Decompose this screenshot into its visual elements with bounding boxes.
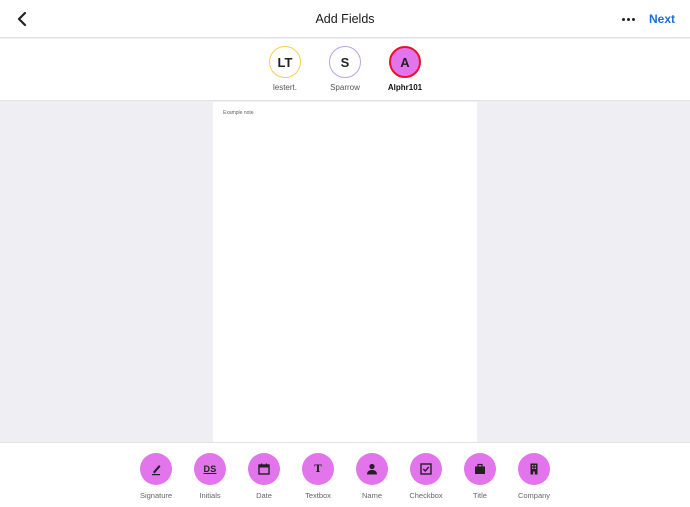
person-icon (367, 463, 377, 475)
field-label: Name (361, 491, 382, 500)
building-icon (530, 463, 538, 475)
field-date[interactable]: Date (237, 453, 291, 500)
field-label: Title (473, 491, 487, 500)
pen-icon (152, 465, 161, 476)
field-initials[interactable]: DS Initials (183, 453, 237, 500)
field-label: Date (256, 491, 272, 500)
more-horizontal-icon (621, 17, 625, 21)
checkbox-icon (420, 463, 432, 475)
avatar: S (329, 46, 361, 78)
field-title[interactable]: Title (453, 453, 507, 500)
recipient-name: lestert. (272, 83, 297, 92)
more-button[interactable] (617, 10, 639, 28)
recipient-bar: LT lestert. S Sparrow A Alphr101 (0, 39, 690, 101)
top-bar: Add Fields Next (0, 0, 690, 38)
recipient-alphr101[interactable]: A Alphr101 (375, 46, 435, 92)
field-signature[interactable]: Signature (129, 453, 183, 500)
page-title: Add Fields (315, 12, 375, 26)
document-text: Example note (223, 110, 254, 116)
field-label: Signature (139, 491, 173, 500)
field-checkbox[interactable]: Checkbox (399, 453, 453, 500)
text-icon: T (314, 463, 322, 475)
briefcase-icon (475, 463, 485, 474)
field-label: Textbox (305, 491, 331, 500)
avatar: LT (269, 46, 301, 78)
field-name[interactable]: Name (345, 453, 399, 500)
field-label: Checkbox (409, 491, 443, 500)
recipient-name: Alphr101 (387, 83, 423, 92)
field-label: Company (517, 491, 551, 500)
next-button[interactable]: Next (649, 12, 675, 26)
field-textbox[interactable]: T Textbox (291, 453, 345, 500)
document-page[interactable]: Example note (213, 102, 477, 442)
recipient-sparrow[interactable]: S Sparrow (315, 46, 375, 92)
field-company[interactable]: Company (507, 453, 561, 500)
field-toolbar: Signature DS Initials Date T Textbox Nam… (0, 442, 690, 507)
recipient-lestert[interactable]: LT lestert. (255, 46, 315, 92)
field-label: Initials (199, 491, 221, 500)
avatar: A (389, 46, 421, 78)
initials-icon: DS (203, 464, 217, 474)
calendar-icon (258, 463, 270, 475)
recipient-name: Sparrow (330, 83, 360, 92)
